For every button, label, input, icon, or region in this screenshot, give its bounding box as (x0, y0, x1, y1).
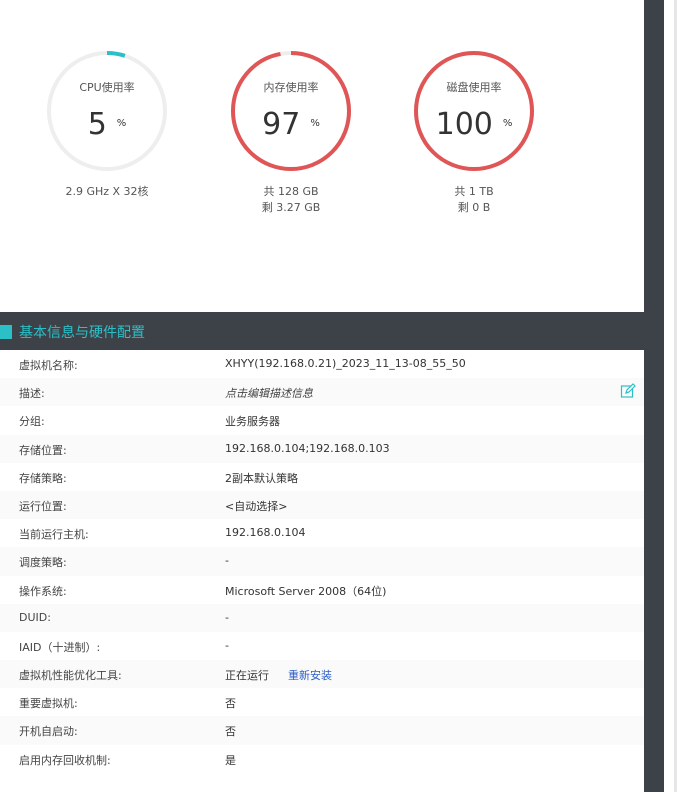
schedule-policy-label: 调度策略: (19, 556, 67, 570)
cpu-spec-text: 2.9 GHz X 32核 (65, 185, 149, 198)
memory-usage-number: 97 (262, 107, 301, 142)
duid-label: DUID: (19, 610, 51, 624)
duid-value: - (225, 610, 229, 624)
vm-name-value: XHYY(192.168.0.21)_2023_11_13-08_55_50 (225, 357, 466, 370)
section-header: 基本信息与硬件配置 (0, 312, 644, 350)
info-row-current-host: 当前运行主机: 192.168.0.104 (0, 519, 644, 547)
iaid-value: - (225, 638, 229, 652)
section-title: 基本信息与硬件配置 (19, 325, 145, 341)
basic-info-list: 虚拟机名称: XHYY(192.168.0.21)_2023_11_13-08_… (0, 350, 644, 792)
description-label: 描述: (19, 387, 45, 401)
info-row-os: 操作系统: Microsoft Server 2008（64位) (0, 576, 644, 604)
memory-usage-gauge: 内存使用率 97% (229, 49, 353, 173)
disk-spec: 共 1 TB 剩 0 B (394, 184, 554, 216)
usage-panel: CPU使用率 5% 2.9 GHz X 32核 内存使用率 97% 共 128 … (0, 0, 644, 312)
section-marker (0, 325, 12, 339)
disk-usage-value: 100% (412, 107, 536, 142)
perf-tools-value: 正在运行 (225, 669, 269, 683)
info-row-description: 描述: 点击编辑描述信息 (0, 378, 644, 407)
perf-tools-label: 虚拟机性能优化工具: (19, 669, 122, 683)
autostart-label: 开机自启动: (19, 725, 78, 739)
memory-reclaim-value: 是 (225, 753, 236, 767)
os-label: 操作系统: (19, 584, 67, 598)
memory-free: 剩 3.27 GB (261, 201, 321, 214)
right-scroll-strip (644, 0, 677, 792)
info-row-perf-tools: 虚拟机性能优化工具: 正在运行 重新安装 (0, 660, 644, 689)
info-row-autostart: 开机自启动: 否 (0, 716, 644, 745)
storage-location-label: 存储位置: (19, 443, 67, 457)
memory-reclaim-label: 启用内存回收机制: (19, 753, 111, 767)
info-row-run-location: 运行位置: <自动选择> (0, 490, 644, 520)
memory-usage-value: 97% (229, 107, 353, 142)
memory-usage-label: 内存使用率 (263, 81, 319, 94)
reinstall-link[interactable]: 重新安装 (288, 667, 332, 683)
info-row-duid: DUID: - (0, 603, 644, 632)
info-row-storage-policy: 存储策略: 2副本默认策略 (0, 463, 644, 491)
memory-spec: 共 128 GB 剩 3.27 GB (211, 184, 371, 216)
info-row-storage-location: 存储位置: 192.168.0.104;192.168.0.103 (0, 434, 644, 463)
description-value[interactable]: 点击编辑描述信息 (225, 385, 313, 401)
disk-usage-unit: % (502, 118, 513, 129)
cpu-usage-value: 5% (45, 107, 169, 142)
run-location-value: <自动选择> (225, 499, 288, 513)
important-vm-label: 重要虚拟机: (19, 697, 78, 711)
group-label: 分组: (19, 415, 45, 429)
edit-icon[interactable] (620, 383, 636, 399)
vm-name-label: 虚拟机名称: (19, 359, 78, 372)
disk-usage-label: 磁盘使用率 (446, 81, 502, 94)
run-location-label: 运行位置: (19, 499, 67, 513)
scrollbar-track[interactable] (644, 0, 664, 792)
info-row-important-vm: 重要虚拟机: 否 (0, 688, 644, 716)
current-host-label: 当前运行主机: (19, 528, 89, 542)
cpu-spec: 2.9 GHz X 32核 (27, 184, 187, 200)
disk-total: 共 1 TB (454, 185, 494, 198)
cpu-usage-number: 5 (87, 107, 107, 142)
autostart-value: 否 (225, 725, 236, 739)
storage-location-value: 192.168.0.104;192.168.0.103 (225, 441, 390, 455)
memory-usage-unit: % (310, 118, 320, 129)
iaid-label: IAID（十进制）: (19, 640, 101, 654)
info-row-iaid: IAID（十进制）: - (0, 632, 644, 660)
info-row-memory-reclaim: 启用内存回收机制: 是 (0, 745, 644, 773)
info-row-schedule-policy: 调度策略: - (0, 547, 644, 576)
storage-policy-value: 2副本默认策略 (225, 471, 298, 485)
info-row-group: 分组: 业务服务器 (0, 406, 644, 434)
info-row-vm-name: 虚拟机名称: XHYY(192.168.0.21)_2023_11_13-08_… (0, 350, 644, 378)
storage-policy-label: 存储策略: (19, 471, 67, 485)
current-host-value: 192.168.0.104 (225, 526, 306, 540)
cpu-usage-unit: % (116, 118, 127, 129)
cpu-usage-gauge: CPU使用率 5% (45, 49, 169, 173)
disk-usage-number: 100 (435, 107, 493, 142)
schedule-policy-value: - (225, 554, 229, 568)
disk-usage-gauge: 磁盘使用率 100% (412, 49, 536, 173)
disk-free: 剩 0 B (457, 201, 491, 214)
cpu-usage-label: CPU使用率 (79, 81, 135, 94)
memory-total: 共 128 GB (263, 185, 319, 198)
os-value: Microsoft Server 2008（64位) (225, 584, 387, 598)
group-value: 业务服务器 (225, 415, 280, 429)
important-vm-value: 否 (225, 697, 236, 711)
